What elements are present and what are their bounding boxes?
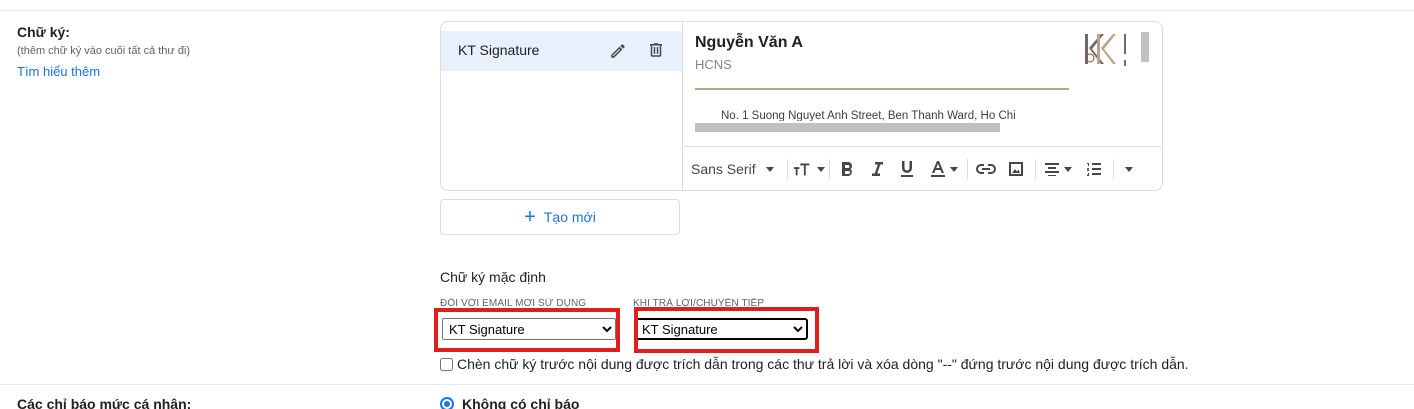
signature-setting-title: Chữ ký: bbox=[17, 24, 70, 40]
no-indicators-option[interactable]: Không có chỉ báo bbox=[440, 396, 579, 409]
reply-signature-select-wrapper: KT Signature bbox=[634, 318, 808, 340]
signature-item-label: KT Signature bbox=[458, 42, 540, 58]
signature-preview[interactable]: Nguyễn Văn A HCNS No. 1 Suong Nguyet Anh… bbox=[683, 22, 1162, 146]
top-divider bbox=[0, 10, 1414, 11]
signature-address: No. 1 Suong Nguyet Anh Street, Ben Thanh… bbox=[721, 110, 1016, 121]
chevron-down-icon bbox=[765, 166, 774, 172]
toolbar-separator bbox=[1113, 159, 1114, 179]
trash-icon[interactable] bbox=[647, 41, 665, 59]
chevron-down-icon bbox=[817, 166, 825, 172]
new-email-label: ĐỐI VỚI EMAIL MỚI SỬ DỤNG bbox=[440, 298, 587, 309]
signature-list: KT Signature bbox=[441, 22, 683, 190]
signature-list-item[interactable]: KT Signature bbox=[441, 31, 682, 71]
section-divider bbox=[0, 384, 1414, 385]
toolbar-separator bbox=[967, 159, 968, 179]
signature-department: HCNS bbox=[695, 57, 732, 72]
create-new-button[interactable]: + Tạo mới bbox=[440, 199, 680, 235]
chevron-down-icon bbox=[1064, 166, 1072, 172]
personal-indicators-title: Các chỉ báo mức cá nhân: bbox=[17, 396, 192, 409]
pencil-icon[interactable] bbox=[609, 42, 627, 60]
link-button[interactable] bbox=[973, 159, 999, 179]
toolbar-separator bbox=[829, 159, 830, 179]
signature-setting-description: (thêm chữ ký vào cuối tất cả thư đi) bbox=[17, 45, 191, 57]
formatting-toolbar: Sans Serif bbox=[683, 146, 1162, 190]
numbered-list-button[interactable] bbox=[1081, 159, 1107, 179]
image-button[interactable] bbox=[1003, 159, 1029, 179]
text-color-button[interactable] bbox=[927, 159, 961, 179]
reply-forward-label: KHI TRẢ LỜI/CHUYỂN TIẾP bbox=[633, 298, 765, 309]
insert-before-quote-checkbox[interactable] bbox=[440, 357, 453, 371]
font-size-button[interactable] bbox=[793, 159, 825, 179]
radio-selected-icon[interactable] bbox=[440, 397, 454, 409]
signature-editor[interactable]: Nguyễn Văn A HCNS No. 1 Suong Nguyet Anh… bbox=[683, 22, 1162, 190]
bold-button[interactable] bbox=[835, 159, 859, 179]
insert-before-quote-option[interactable]: Chèn chữ ký trước nội dung được trích dẫ… bbox=[440, 356, 1189, 372]
horizontal-scrollbar[interactable] bbox=[695, 123, 1000, 132]
company-logo bbox=[1083, 30, 1127, 74]
chevron-down-icon bbox=[1125, 166, 1133, 172]
create-new-label: Tạo mới bbox=[543, 209, 596, 225]
reply-signature-select[interactable]: KT Signature bbox=[634, 318, 808, 340]
vertical-scrollbar[interactable] bbox=[1141, 32, 1149, 62]
toolbar-separator bbox=[1035, 159, 1036, 179]
new-email-signature-select-wrapper: KT Signature bbox=[442, 318, 616, 340]
toolbar-separator bbox=[787, 159, 788, 179]
new-email-signature-select[interactable]: KT Signature bbox=[442, 318, 616, 340]
learn-more-link[interactable]: Tìm hiểu thêm bbox=[17, 64, 100, 79]
underline-button[interactable] bbox=[895, 159, 919, 179]
signature-divider bbox=[695, 88, 1069, 90]
font-family-label: Sans Serif bbox=[691, 161, 756, 177]
font-family-select[interactable]: Sans Serif bbox=[691, 159, 781, 179]
italic-button[interactable] bbox=[865, 159, 889, 179]
align-button[interactable] bbox=[1041, 159, 1075, 179]
no-indicators-label: Không có chỉ báo bbox=[462, 396, 580, 409]
chevron-down-icon bbox=[950, 166, 958, 172]
signature-panel: KT Signature Nguyễn Văn A HCNS No. 1 Suo… bbox=[440, 21, 1163, 191]
more-formatting-button[interactable] bbox=[1119, 159, 1139, 179]
insert-before-quote-label: Chèn chữ ký trước nội dung được trích dẫ… bbox=[457, 356, 1189, 372]
signature-name: Nguyễn Văn A bbox=[695, 34, 803, 51]
default-signature-title: Chữ ký mặc định bbox=[440, 269, 546, 285]
plus-icon: + bbox=[524, 206, 536, 228]
